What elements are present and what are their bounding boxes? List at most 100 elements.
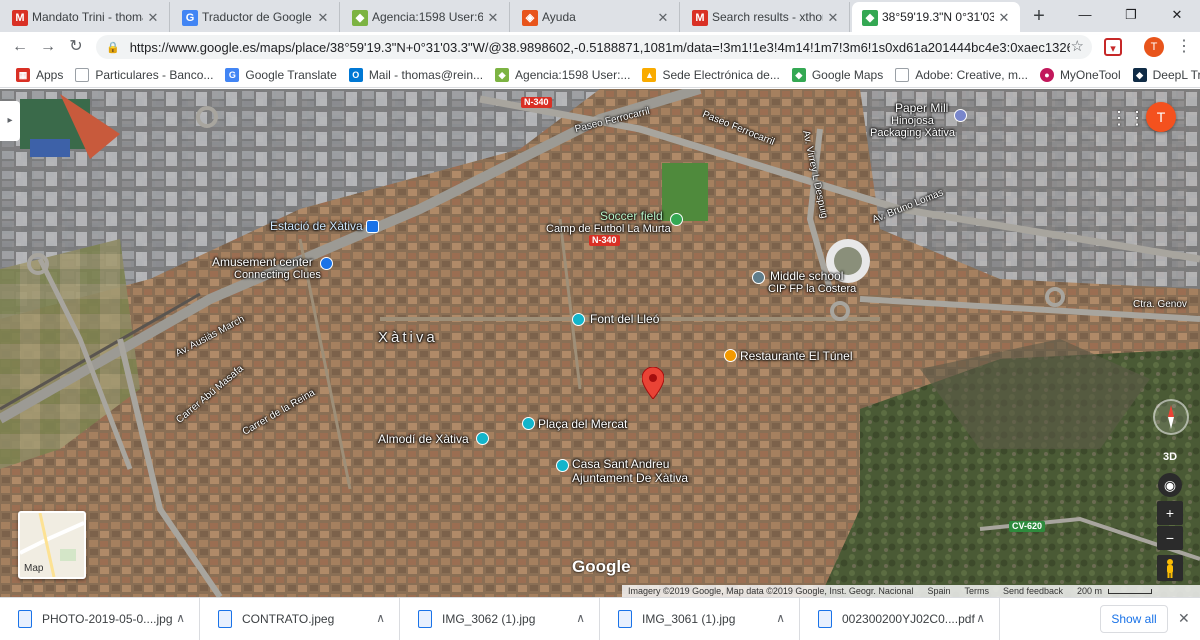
lock-icon: 🔒 [106,41,120,54]
map-layer-toggle[interactable]: Map [18,511,86,579]
bookmark-deepl[interactable]: ◆ DeepL Translator [1127,64,1200,86]
download-item[interactable]: PHOTO-2019-05-0....jpg ∧ [0,597,200,640]
close-downloads-icon[interactable]: ✕ [1178,610,1190,627]
tab-strip: M Mandato Trini - thomas ✕ G Traductor d… [0,0,1200,32]
poi-amusement-center[interactable]: Amusement center [212,255,313,269]
fountain-icon [572,313,585,326]
agency-icon: ◆ [352,10,368,26]
bookmark-google-translate[interactable]: G Google Translate [219,64,342,86]
satellite-map[interactable]: ▸ Paseo Ferrocarril Paseo Ferrocarril Av… [0,89,1200,597]
amusement-icon [320,257,333,270]
poi-restaurante-el-tunel[interactable]: Restaurante El Túnel [740,349,853,363]
tab-ayuda[interactable]: ◈ Ayuda ✕ [512,2,680,32]
tab-google-maps[interactable]: ◆ 38°59'19.3"N 0°31'03.3"W ✕ [852,2,1020,32]
poi-middle-school-sub: CIP FP la Costera [768,283,857,295]
bookmark-particulares[interactable]: Particulares - Banco... [69,64,219,86]
poi-placa-del-mercat[interactable]: Plaça del Mercat [538,417,627,431]
image-file-icon [218,610,232,628]
chevron-up-icon[interactable]: ∧ [776,611,785,625]
profile-avatar[interactable]: T [1144,37,1164,57]
close-icon[interactable]: ✕ [145,10,161,26]
chevron-up-icon[interactable]: ∧ [976,611,985,625]
close-icon[interactable]: ✕ [825,10,841,26]
download-item[interactable]: IMG_3062 (1).jpg ∧ [400,597,600,640]
download-item[interactable]: 002300200YJ02C0....pdf ∧ [800,597,1000,640]
compass-icon[interactable] [1153,399,1189,435]
bookmark-myonetool[interactable]: ● MyOneTool [1034,64,1127,86]
forward-arrow-icon[interactable]: → [34,33,62,61]
bookmark-google-maps[interactable]: ◆ Google Maps [786,64,889,86]
poi-amusement-sub: Connecting Clues [234,269,321,281]
download-item[interactable]: CONTRATO.jpeg ∧ [200,597,400,640]
close-icon[interactable]: ✕ [655,10,671,26]
google-logo: Google [572,557,631,576]
scale-label[interactable]: 200 m [1077,586,1102,596]
chevron-up-icon[interactable]: ∧ [576,611,585,625]
my-location-button[interactable]: ◉ [1158,473,1182,497]
compass-needle-icon [1168,405,1174,429]
send-feedback-link[interactable]: Send feedback [1003,586,1063,596]
extension-shield-icon[interactable]: ▾ [1104,38,1122,56]
terms-link[interactable]: Terms [964,586,989,596]
bookmark-agencia[interactable]: ◆ Agencia:1598 User:... [489,64,636,86]
reload-icon[interactable]: ↻ [62,33,90,61]
agency-icon: ◆ [495,67,510,82]
address-bar[interactable]: 🔒 https://www.google.es/maps/place/38°59… [96,35,1092,59]
poi-casa-sant-andreu[interactable]: Casa Sant Andreu [572,457,669,471]
map-attribution: Imagery ©2019 Google, Map data ©2019 Goo… [622,585,1200,597]
bookmark-apps[interactable]: ▦ Apps [10,64,69,86]
show-all-downloads-button[interactable]: Show all [1100,605,1168,633]
back-arrow-icon[interactable]: ← [6,33,34,61]
poi-font-del-lleo[interactable]: Font del Lleó [590,312,659,326]
tab-search-results[interactable]: M Search results - xthomas ✕ [682,2,850,32]
apps-grid-icon: ▦ [16,67,30,82]
close-icon[interactable]: ✕ [996,10,1012,26]
collapse-panel-button[interactable]: ▸ [0,101,20,141]
zoom-out-button[interactable]: − [1157,526,1183,550]
bookmark-adobe[interactable]: Adobe: Creative, m... [889,64,1034,86]
bookmark-label: MyOneTool [1059,67,1121,82]
chevron-up-icon[interactable]: ∧ [176,611,185,625]
download-filename: CONTRATO.jpeg [242,612,335,626]
tab-mandato-trini[interactable]: M Mandato Trini - thomas ✕ [2,2,170,32]
tab-traductor[interactable]: G Traductor de Google ✕ [172,2,340,32]
close-icon[interactable]: ✕ [315,10,331,26]
zoom-in-button[interactable]: + [1157,501,1183,525]
downloads-bar: PHOTO-2019-05-0....jpg ∧ CONTRATO.jpeg ∧… [0,597,1200,640]
country-link[interactable]: Spain [927,586,950,596]
pegman-street-view-button[interactable] [1157,555,1183,581]
bookmark-mail[interactable]: O Mail - thomas@rein... [343,64,489,86]
bookmark-sede[interactable]: ▲ Sede Electrónica de... [636,64,785,86]
map-account-avatar[interactable]: T [1146,102,1176,132]
image-file-icon [18,610,32,628]
bookmark-star-icon[interactable]: ☆ [1071,37,1084,55]
route-shield: N-340 [521,97,552,108]
new-tab-button[interactable]: + [1024,2,1054,32]
bookmark-label: Google Maps [811,67,884,82]
location-pin-icon[interactable] [642,367,664,399]
bookmarks-bar: ▦ Apps Particulares - Banco... G Google … [0,62,1200,88]
poi-estacio-xativa[interactable]: Estació de Xàtiva [270,219,363,233]
chevron-up-icon[interactable]: ∧ [376,611,385,625]
tab-title: Ayuda [542,10,576,24]
image-file-icon [418,610,432,628]
pdf-file-icon [818,610,832,628]
poi-paper-mill-sub: Hinojosa Packaging Xàtiva [870,115,955,139]
page-icon [75,67,90,82]
tab-agencia[interactable]: ◆ Agencia:1598 User:6924 ✕ [342,2,510,32]
maximize-button[interactable]: ❐ [1108,0,1154,32]
poi-paper-mill[interactable]: Paper Mill [895,101,948,115]
download-filename: IMG_3062 (1).jpg [442,612,536,626]
poi-soccer-field[interactable]: Soccer field [600,209,663,223]
window-close-button[interactable]: ✕ [1154,0,1200,32]
menu-dots-icon[interactable]: ⋮ [1176,36,1192,58]
bookmark-label: DeepL Translator [1152,67,1200,82]
download-item[interactable]: IMG_3061 (1).jpg ∧ [600,597,800,640]
minimize-button[interactable]: — [1062,0,1108,32]
close-icon[interactable]: ✕ [485,10,501,26]
poi-almodi-xativa[interactable]: Almodí de Xàtiva [378,432,469,446]
toggle-3d-button[interactable]: 3D [1157,445,1183,469]
google-apps-icon[interactable]: ⋮⋮ [1110,107,1146,129]
url-text[interactable]: https://www.google.es/maps/place/38°59'1… [130,40,1070,55]
poi-middle-school[interactable]: Middle school [770,269,843,283]
